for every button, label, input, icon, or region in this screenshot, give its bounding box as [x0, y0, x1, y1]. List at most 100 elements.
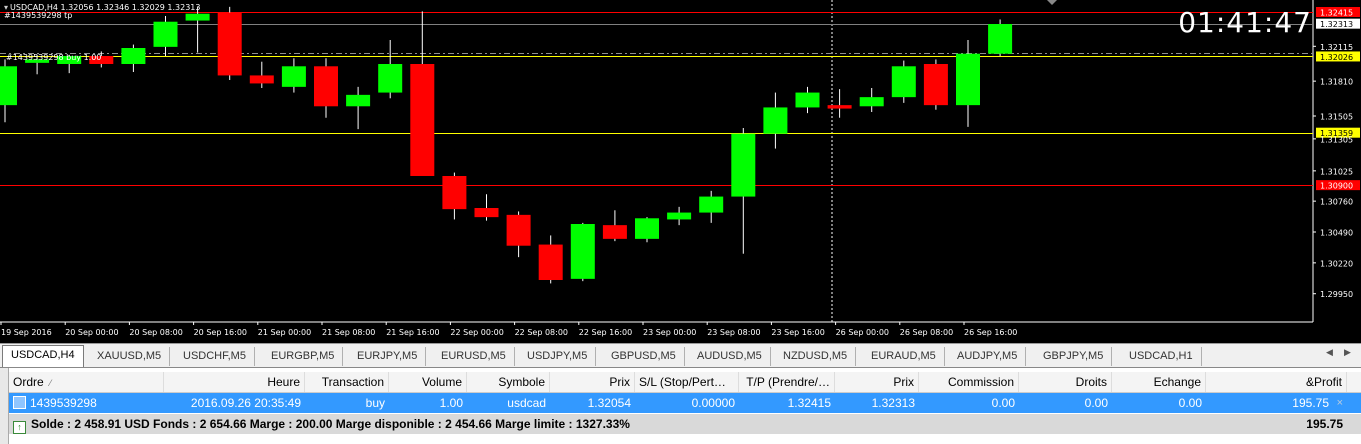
tab-euraud-m5[interactable]: EURAUD,M5	[863, 347, 945, 366]
tab-gbpusd-m5[interactable]: GBPUSD,M5	[603, 347, 685, 366]
tab-usdcad-h4[interactable]: USDCAD,H4	[2, 345, 84, 367]
table-cell-value: 0.00000	[691, 396, 735, 410]
time-label: 23 Sep 16:00	[771, 328, 824, 337]
price-label: 1.29950	[1320, 290, 1353, 299]
price-label: 1.30900	[1320, 182, 1353, 191]
time-label: 21 Sep 08:00	[322, 328, 375, 337]
sort-icon: ⁄	[49, 378, 52, 388]
scroll-marker-icon[interactable]	[1047, 0, 1057, 5]
time-label: 22 Sep 08:00	[515, 328, 568, 337]
column-header[interactable]: Prix	[835, 372, 919, 392]
column-header[interactable]: Droits	[1019, 372, 1112, 392]
candle-body	[506, 214, 531, 246]
column-header[interactable]: &Profit	[1206, 372, 1347, 392]
tab-eurjpy-m5[interactable]: EURJPY,M5	[349, 347, 427, 366]
candlestick-chart[interactable]: 1.32415 1.32313 1.321151.32026 1.31810 1.315…	[0, 0, 1361, 343]
tab-audusd-m5[interactable]: AUDUSD,M5	[689, 347, 771, 366]
terminal-side-handle[interactable]	[0, 368, 9, 444]
table-cell-value: 0.00	[1084, 396, 1108, 410]
balance-icon: ↑	[13, 421, 26, 434]
tab-gbpjpy-m5[interactable]: GBPJPY,M5	[1035, 347, 1113, 366]
summary-row: ↑ Solde : 2 458.91 USD Fonds : 2 654.66 M…	[9, 414, 1361, 434]
time-label: 20 Sep 08:00	[129, 328, 182, 337]
column-header[interactable]: Commission	[919, 372, 1019, 392]
close-order-icon[interactable]: ×	[1337, 393, 1343, 413]
table-cell: 0.00	[1019, 393, 1112, 413]
column-header[interactable]: S/L (Stop/Pert…	[635, 372, 739, 392]
tab-usdchf-m5[interactable]: USDCHF,M5	[175, 347, 255, 366]
tp-line-label: #1439539298 tp	[4, 11, 73, 20]
tab-scroll-left-icon[interactable]: ◀	[1326, 348, 1333, 358]
price-label: 1.30490	[1320, 229, 1353, 238]
column-header-label: Transaction	[321, 375, 384, 389]
column-header-label: &Profit	[1305, 375, 1342, 389]
tab-scroll-right-icon[interactable]: ▶	[1344, 348, 1351, 358]
column-header-label: Prix	[609, 375, 630, 389]
tab-xauusd-m5[interactable]: XAUUSD,M5	[89, 347, 171, 366]
candle-body	[217, 12, 242, 76]
table-row[interactable]: 1439539298 2016.09.26 20:35:49 buy 1.00 usdc…	[9, 393, 1361, 413]
table-cell: 195.75 ×	[1206, 393, 1347, 413]
candle-body	[891, 66, 916, 98]
column-header-label: Droits	[1075, 375, 1107, 389]
candle-body	[121, 48, 146, 64]
candle-body	[570, 224, 595, 279]
terminal-panel: Ordre ⁄ Heure Transaction Volume Symbole Prix S…	[0, 367, 1361, 444]
column-header-label: Prix	[893, 375, 914, 389]
candle-body	[410, 64, 435, 176]
candle-body	[378, 64, 403, 93]
order-icon	[13, 396, 26, 409]
candle-body	[314, 66, 338, 107]
time-label: 22 Sep 16:00	[579, 328, 632, 337]
price-label: 1.31810	[1320, 78, 1353, 87]
column-header-label: Heure	[267, 375, 300, 389]
candle-body	[281, 66, 306, 87]
time-label: 26 Sep 16:00	[964, 328, 1017, 337]
column-header[interactable]: T/P (Prendre/…	[739, 372, 835, 392]
column-header-label: Echange	[1153, 375, 1201, 389]
price-label: 1.31505	[1320, 113, 1353, 122]
candle-body	[442, 176, 467, 210]
summary-profit: 195.75	[1306, 417, 1343, 431]
column-header[interactable]: Volume	[389, 372, 467, 392]
candle-body	[699, 196, 724, 213]
candle-body	[249, 75, 274, 84]
time-label: 19 Sep 2016	[1, 328, 52, 337]
table-cell-value: buy	[365, 396, 385, 410]
column-header[interactable]: Transaction	[305, 372, 389, 392]
column-header[interactable]: Echange	[1112, 372, 1206, 392]
table-cell: buy	[305, 393, 389, 413]
candle-body	[185, 13, 210, 21]
candle-body	[956, 53, 980, 106]
summary-cell: ↑ Solde : 2 458.91 USD Fonds : 2 654.66 M…	[9, 414, 909, 434]
column-header[interactable]: Heure	[164, 372, 305, 392]
candle-body	[763, 107, 788, 134]
candle-body	[346, 94, 371, 107]
price-label: 1.30760	[1320, 198, 1353, 207]
tab-eurusd-m5[interactable]: EURUSD,M5	[433, 347, 515, 366]
chart-area[interactable]: 1.32415 1.32313 1.32115 1.32026 1.31810 1.315…	[0, 0, 1361, 343]
tab-eurgbp-m5[interactable]: EURGBP,M5	[263, 347, 344, 366]
candle-body	[635, 218, 659, 239]
column-header[interactable]: Symbole	[467, 372, 550, 392]
candle-body	[474, 208, 499, 218]
table-cell: 0.00	[1112, 393, 1206, 413]
tab-usdcad-h1[interactable]: USDCAD,H1	[1121, 347, 1202, 366]
table-cell: 2016.09.26 20:35:49	[164, 393, 305, 413]
column-header[interactable]: Ordre ⁄	[9, 372, 164, 392]
table-cell: 0.00000	[635, 393, 739, 413]
table-cell: usdcad	[467, 393, 550, 413]
tab-usdjpy-m5[interactable]: USDJPY,M5	[519, 347, 597, 366]
candle-body	[795, 92, 820, 108]
column-header[interactable]: Prix	[550, 372, 635, 392]
time-label: 23 Sep 08:00	[707, 328, 760, 337]
price-label: 1.31305	[1320, 135, 1353, 144]
table-cell: 1.32313	[835, 393, 919, 413]
table-cell-value: 1.32415	[787, 396, 831, 410]
tab-audjpy-m5[interactable]: AUDJPY,M5	[949, 347, 1027, 366]
column-header-label: Commission	[947, 375, 1014, 389]
price-label: 1.32026	[1320, 53, 1353, 62]
time-label: 20 Sep 16:00	[194, 328, 247, 337]
tab-nzdusd-m5[interactable]: NZDUSD,M5	[775, 347, 857, 366]
table-cell-value: 0.00	[1178, 396, 1202, 410]
